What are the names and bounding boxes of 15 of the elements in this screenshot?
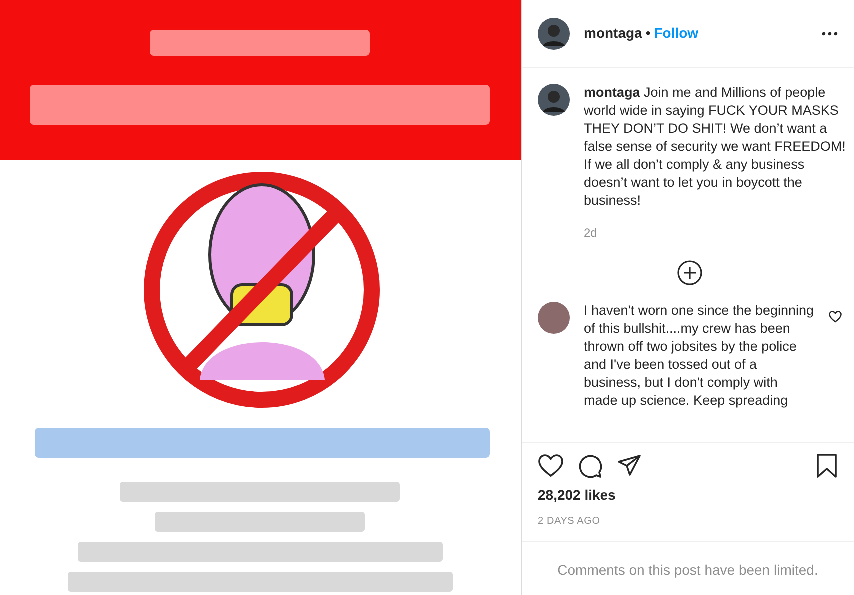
comment-text: I haven't worn one since the beginning of this bullshit....my crew has been thrown off two jobsites by the police and I've been tossed out of a business, but I don't comply with made up science. Keep spreading: [584, 302, 815, 410]
avatar[interactable]: [538, 18, 570, 50]
separator-dot: •: [646, 24, 651, 43]
like-icon[interactable]: [538, 454, 564, 478]
load-more-icon[interactable]: [677, 260, 703, 286]
share-icon[interactable]: [617, 454, 642, 478]
comments-limited-notice: Comments on this post have been limited.: [522, 541, 854, 595]
bookmark-icon[interactable]: [816, 453, 838, 479]
like-count[interactable]: 28,202 likes: [538, 485, 838, 506]
caption-text: montaga Join me and Millions of people world wide in saying FUCK YOUR MASKS THEY DON’T DO SHIT! We don’t want a false sense of security we want FREEDOM! If we all don’t comply & any business doesn’t want to let you in boycott the business!: [584, 84, 846, 210]
comment-icon[interactable]: [578, 454, 603, 478]
avatar[interactable]: [538, 84, 570, 116]
username[interactable]: montaga: [584, 23, 642, 44]
post-age: 2d: [584, 225, 598, 242]
post-date: 2 DAYS AGO: [538, 515, 602, 529]
